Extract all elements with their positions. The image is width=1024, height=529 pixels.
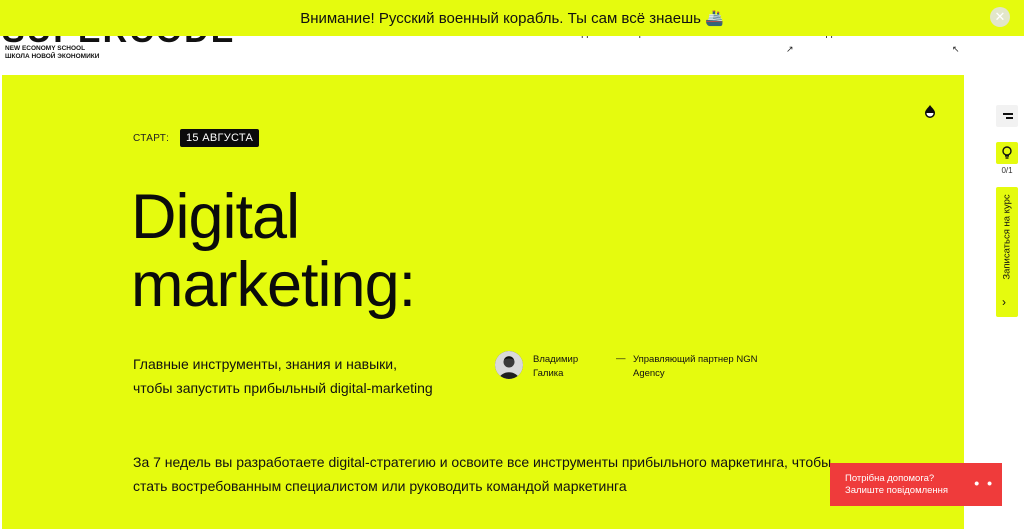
announcement-banner: Внимание! Русский военный корабль. Ты са… (0, 0, 1024, 36)
lightbulb-icon[interactable] (996, 142, 1018, 164)
help-text: Потрібна допомога? Залиште повідомлення (845, 473, 948, 497)
help-chat-widget[interactable]: Потрібна допомога? Залиште повідомлення … (830, 463, 1002, 506)
title-line-1: Digital (131, 182, 300, 252)
hero-section: СТАРТ: 15 АВГУСТА Digital marketing: Гла… (2, 75, 964, 529)
arrow-up-left-icon: ↖ (952, 44, 960, 54)
lightbulb-glyph (1002, 146, 1012, 159)
page-title: Digital marketing: (131, 182, 416, 320)
chat-icon: • • (974, 475, 994, 491)
start-date-badge: 15 АВГУСТА (180, 129, 260, 147)
page: SUPERCODE NEW ECONOMY SCHOOL ШКОЛА НОВОЙ… (0, 0, 1024, 529)
mentor-name: Владимир Галика (533, 354, 579, 379)
course-description: За 7 недель вы разработаете digital-стра… (133, 454, 832, 494)
logo-subtitle-en: NEW ECONOMY SCHOOL (5, 45, 86, 52)
menu-icon[interactable] (996, 105, 1018, 127)
enroll-label: Записаться на курс (1001, 194, 1013, 280)
mentor-role: Управляющий партнер NGN Agency (633, 354, 758, 379)
help-line-1: Потрібна допомога? (845, 473, 935, 484)
title-line-2: marketing: (131, 250, 416, 320)
avatar (495, 351, 523, 379)
person-icon (495, 351, 523, 379)
progress-count: 0/1 (1001, 166, 1013, 175)
banner-text: Внимание! Русский военный корабль. Ты са… (300, 10, 724, 27)
arrow-up-right-icon: ↗ (786, 44, 794, 54)
lead-text: Главные инструменты, знания и навыки, чт… (133, 356, 433, 396)
start-label: СТАРТ: (133, 133, 170, 144)
drop-icon[interactable] (923, 104, 937, 118)
logo-subtitle-ru: ШКОЛА НОВОЙ ЭКОНОМИКИ (5, 53, 100, 60)
logo-subtitle: NEW ECONOMY SCHOOL ШКОЛА НОВОЙ ЭКОНОМИКИ (5, 45, 99, 61)
help-line-2: Залиште повідомлення (845, 485, 949, 496)
chevron-right-icon: › (1002, 295, 1006, 309)
mentor-dash: — (616, 353, 626, 364)
close-icon[interactable]: ✕ (990, 7, 1010, 27)
enroll-button[interactable]: Записаться на курс › (996, 187, 1018, 317)
